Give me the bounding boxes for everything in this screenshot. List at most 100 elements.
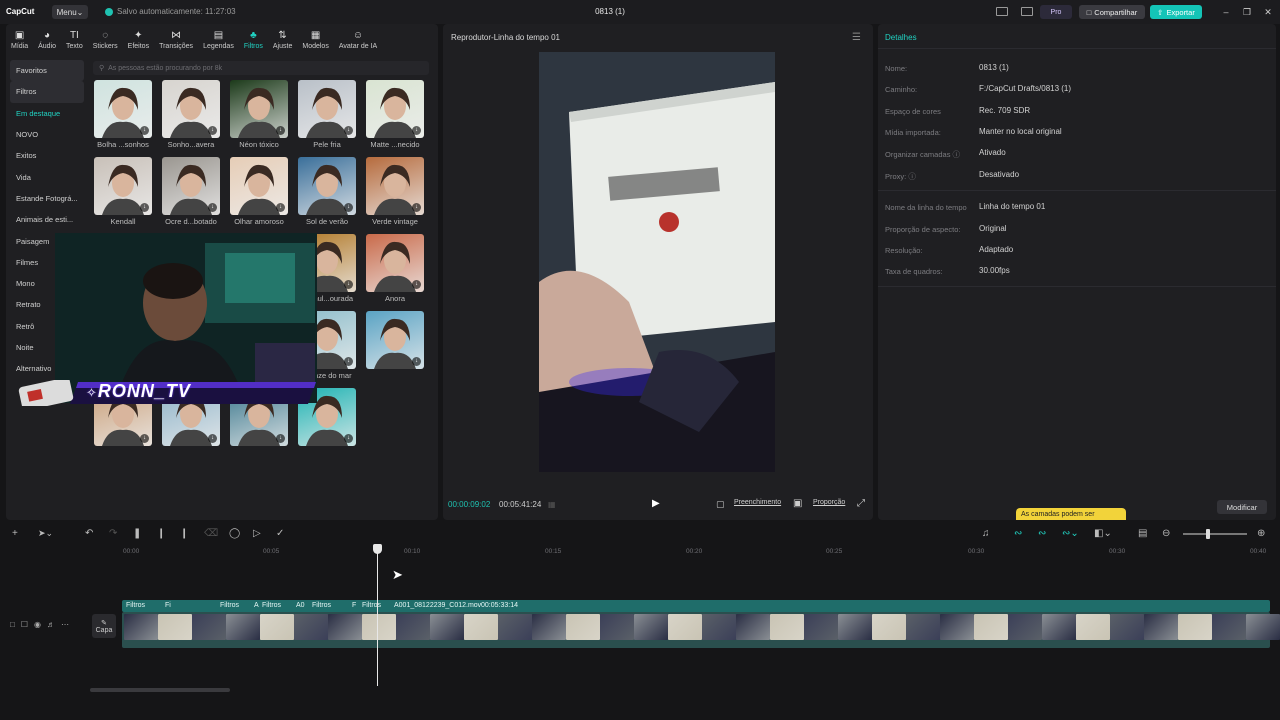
shortcuts-icon[interactable] — [1021, 7, 1033, 16]
sidebar-item-pets[interactable]: Animais de esti... — [10, 209, 84, 230]
zoom-slider-handle[interactable] — [1206, 529, 1210, 539]
tab-media[interactable]: ▣ Mídia — [6, 26, 33, 51]
zoom-in-icon[interactable]: ⊕ — [1257, 528, 1265, 539]
download-icon[interactable]: ↓ — [344, 434, 353, 443]
aspect-ratio-button[interactable]: Proporção — [813, 499, 845, 506]
main-track-magnet-icon[interactable]: ∾ — [1014, 528, 1022, 539]
filter-clip-label[interactable]: F — [352, 602, 356, 609]
download-icon[interactable]: ↓ — [412, 126, 421, 135]
filter-thumbnail[interactable]: ↓ — [366, 80, 424, 138]
freeze-icon[interactable]: ▷ — [253, 528, 261, 539]
export-button[interactable]: ⇧ Exportar — [1150, 5, 1202, 19]
undo-icon[interactable]: ↶ — [85, 528, 93, 539]
preview-axis-icon[interactable]: ◧⌄ — [1094, 528, 1112, 539]
filter-track[interactable] — [122, 600, 1270, 612]
download-icon[interactable]: ↓ — [208, 203, 217, 212]
download-icon[interactable]: ↓ — [344, 280, 353, 289]
filter-thumbnail[interactable]: ↓ — [162, 80, 220, 138]
add-track-icon[interactable]: + — [12, 528, 18, 539]
tab-transitions[interactable]: ⋈ Transições — [154, 26, 198, 51]
filter-thumbnail[interactable]: ↓ — [162, 157, 220, 215]
split-icon[interactable]: ❚ — [133, 528, 141, 539]
close-icon[interactable]: ✕ — [1261, 5, 1275, 19]
filter-clip-label[interactable]: Filtros — [126, 602, 145, 609]
filter-thumbnail[interactable]: ↓ — [230, 157, 288, 215]
video-preview[interactable] — [539, 52, 775, 472]
select-tool-icon[interactable]: ➤⌄ — [38, 528, 53, 539]
download-icon[interactable]: ↓ — [140, 203, 149, 212]
filter-clip-label[interactable]: Filtros — [312, 602, 331, 609]
filter-thumbnail[interactable]: ↓ — [298, 157, 356, 215]
filter-thumbnail[interactable]: ↓ — [366, 311, 424, 369]
tab-audio[interactable]: ◕ Áudio — [33, 26, 61, 51]
sidebar-item-photo-booth[interactable]: Estande Fotográ... — [10, 188, 84, 209]
pro-button[interactable]: Pro — [1040, 5, 1072, 19]
sidebar-item-featured[interactable]: Em destaque — [10, 103, 84, 124]
filter-thumbnail[interactable]: ↓ — [230, 80, 288, 138]
download-icon[interactable]: ↓ — [412, 357, 421, 366]
playhead[interactable] — [377, 544, 378, 686]
player-menu-icon[interactable]: ☰ — [852, 32, 861, 43]
play-button[interactable]: ▶ — [652, 498, 664, 510]
tab-details[interactable]: Detalhes — [885, 33, 917, 42]
marker-icon[interactable]: ◯ — [229, 528, 240, 539]
download-icon[interactable]: ↓ — [276, 203, 285, 212]
fill-mode-icon[interactable]: ▢ — [716, 499, 725, 510]
tab-templates[interactable]: ▦ Modelos — [297, 26, 333, 51]
playhead-handle[interactable] — [373, 544, 382, 554]
zoom-out-icon[interactable]: ⊖ — [1162, 528, 1170, 539]
filter-thumbnail[interactable]: ↓ — [298, 80, 356, 138]
info-icon[interactable]: ⓘ — [953, 150, 961, 159]
sidebar-item-filters[interactable]: Filtros — [10, 81, 84, 103]
trim-left-icon[interactable]: ❙ — [157, 528, 165, 539]
auto-snap-icon[interactable]: ∾ — [1038, 528, 1046, 539]
track-preview-icon[interactable]: □ — [10, 620, 15, 629]
tab-adjust[interactable]: ⇅ Ajuste — [268, 26, 297, 51]
tab-captions[interactable]: ▤ Legendas — [198, 26, 239, 51]
filter-thumbnail[interactable]: ↓ — [94, 80, 152, 138]
menu-button[interactable]: Menu ⌄ — [52, 5, 88, 19]
sidebar-item-new[interactable]: NOVO — [10, 124, 84, 145]
filter-clip-label[interactable]: Filtros — [362, 602, 381, 609]
timecode-grid-icon[interactable]: ▦ — [548, 500, 556, 509]
magic-edit-icon[interactable]: ✓ — [276, 528, 284, 539]
audio-mute-icon[interactable]: ♬ — [47, 620, 55, 629]
download-icon[interactable]: ↓ — [344, 357, 353, 366]
filter-thumbnail[interactable]: ↓ — [366, 234, 424, 292]
trim-right-icon[interactable]: ❙ — [180, 528, 188, 539]
download-icon[interactable]: ↓ — [276, 126, 285, 135]
download-icon[interactable]: ↓ — [412, 280, 421, 289]
visibility-icon[interactable]: ◉ — [34, 620, 41, 629]
tab-ai-avatar[interactable]: ☺ Avatar de IA — [334, 26, 382, 51]
zoom-slider[interactable] — [1183, 533, 1247, 535]
layout-icon[interactable] — [996, 7, 1008, 16]
lock-icon[interactable]: ☐ — [21, 620, 28, 629]
minimize-icon[interactable]: – — [1219, 5, 1233, 19]
filter-clip-label[interactable]: Filtros — [262, 602, 281, 609]
download-icon[interactable]: ↓ — [344, 203, 353, 212]
filter-thumbnail[interactable]: ↓ — [94, 157, 152, 215]
caption-track-icon[interactable]: ▤ — [1138, 528, 1147, 539]
filter-thumbnail[interactable]: ↓ — [366, 157, 424, 215]
filter-clip-label[interactable]: A0 — [296, 602, 305, 609]
download-icon[interactable]: ↓ — [140, 126, 149, 135]
share-button[interactable]: □ Compartilhar — [1079, 5, 1145, 19]
redo-icon[interactable]: ↷ — [109, 528, 117, 539]
download-icon[interactable]: ↓ — [276, 434, 285, 443]
fullscreen-icon[interactable]: ⤢ — [857, 498, 865, 509]
tab-stickers[interactable]: ◌ Stickers — [88, 26, 123, 51]
modify-button[interactable]: Modificar — [1217, 500, 1267, 514]
timeline-scrollbar[interactable] — [90, 688, 230, 692]
tab-effects[interactable]: ✦ Efeitos — [123, 26, 154, 51]
tab-text[interactable]: TI Texto — [61, 26, 88, 51]
search-input[interactable]: ⚲ As pessoas estão procurando por 8k — [93, 61, 429, 75]
cover-button[interactable]: ✎ Capa — [92, 614, 116, 638]
more-icon[interactable]: ⋯ — [61, 620, 69, 629]
download-icon[interactable]: ↓ — [208, 126, 217, 135]
filter-clip-label[interactable]: Filtros — [220, 602, 239, 609]
tab-filters[interactable]: ♣ Filtros — [239, 26, 268, 51]
download-icon[interactable]: ↓ — [208, 434, 217, 443]
download-icon[interactable]: ↓ — [412, 203, 421, 212]
maximize-icon[interactable]: ❐ — [1240, 5, 1254, 19]
linkage-icon[interactable]: ∾⌄ — [1062, 528, 1079, 539]
